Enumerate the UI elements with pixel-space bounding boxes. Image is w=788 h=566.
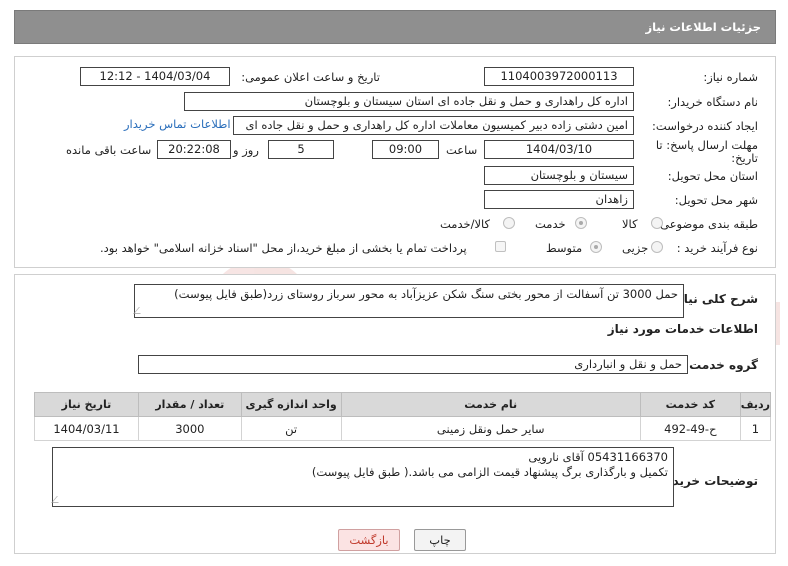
process-option-medium: متوسط xyxy=(546,241,583,255)
days-field[interactable]: 5 xyxy=(268,140,334,159)
payment-note: پرداخت تمام یا بخشی از مبلغ خرید،از محل … xyxy=(100,241,467,255)
page-title: جزئیات اطلاعات نیاز xyxy=(645,20,761,34)
category-radio-service[interactable] xyxy=(575,217,587,229)
buyer-label: نام دستگاه خریدار: xyxy=(667,95,758,109)
creator-field[interactable]: امین دشتی زاده دبیر کمیسیون معاملات ادار… xyxy=(233,116,634,135)
process-label: نوع فرآیند خرید : xyxy=(676,241,758,255)
service-group-label: گروه خدمت: xyxy=(684,358,758,372)
buyer-notes-line-1: 05431166370 آقای نارویی xyxy=(528,450,668,464)
category-label: طبقه بندی موضوعی: xyxy=(656,217,758,231)
category-option-goods: کالا xyxy=(622,217,638,231)
process-radio-minor[interactable] xyxy=(651,241,663,253)
remaining-time-field[interactable]: 20:22:08 xyxy=(157,140,231,159)
cell-row: 1 xyxy=(739,416,772,441)
deadline-label: مهلت ارسال پاسخ: تا xyxy=(655,138,758,152)
treasury-checkbox[interactable] xyxy=(495,241,506,252)
col-row: ردیف xyxy=(739,392,772,417)
city-label: شهر محل تحویل: xyxy=(674,193,758,207)
print-button[interactable]: چاپ xyxy=(414,529,466,551)
buyer-contact-link[interactable]: اطلاعات تماس خریدار xyxy=(124,117,231,131)
col-unit: واحد اندازه گیری xyxy=(240,392,342,417)
remaining-label: ساعت باقی مانده xyxy=(66,143,152,157)
col-date: تاریخ نیاز xyxy=(34,392,139,417)
days-label: روز و xyxy=(233,143,259,157)
announce-field[interactable]: 1404/03/04 - 12:12 xyxy=(80,67,230,86)
province-label: استان محل تحویل: xyxy=(667,169,758,183)
process-option-minor: جزیی xyxy=(622,241,649,255)
category-radio-goods[interactable] xyxy=(651,217,663,229)
deadline-time-field[interactable]: 09:00 xyxy=(372,140,439,159)
cell-code: ح-49-492 xyxy=(639,416,741,441)
col-qty: تعداد / مقدار xyxy=(137,392,242,417)
description-textarea[interactable]: حمل 3000 تن آسفالت از محور بختی سنگ شکن … xyxy=(134,284,684,318)
services-section-title: اطلاعات خدمات مورد نیاز xyxy=(607,322,758,336)
cell-name: سایر حمل ونقل زمینی xyxy=(340,416,641,441)
services-table: ردیف کد خدمت نام خدمت واحد اندازه گیری ت… xyxy=(34,392,772,441)
province-field[interactable]: سیستان و بلوچستان xyxy=(484,166,634,185)
deadline-label-2: تاریخ: xyxy=(731,151,758,165)
buyer-field[interactable]: اداره کل راهداری و حمل و نقل جاده ای است… xyxy=(184,92,634,111)
page-header: جزئیات اطلاعات نیاز xyxy=(14,10,776,44)
buyer-notes-textarea[interactable]: 05431166370 آقای نارویی تکمیل و بارگذاری… xyxy=(52,447,674,507)
table-header-row: ردیف کد خدمت نام خدمت واحد اندازه گیری ت… xyxy=(34,392,772,417)
creator-label: ایجاد کننده درخواست: xyxy=(652,119,758,133)
category-radio-both[interactable] xyxy=(503,217,515,229)
city-field[interactable]: زاهدان xyxy=(484,190,634,209)
need-number-label: شماره نیاز: xyxy=(703,70,758,84)
need-number-field[interactable]: 1104003972000113 xyxy=(484,67,634,86)
deadline-date-field[interactable]: 1404/03/10 xyxy=(484,140,634,159)
description-label: شرح کلی نیاز: xyxy=(672,292,758,306)
process-radio-medium[interactable] xyxy=(590,241,602,253)
category-option-both: کالا/خدمت xyxy=(440,217,491,231)
cell-date: 1404/03/11 xyxy=(34,416,139,441)
time-label: ساعت xyxy=(446,143,478,157)
cell-qty: 3000 xyxy=(137,416,242,441)
col-code: کد خدمت xyxy=(639,392,741,417)
buyer-notes-line-2: تکمیل و بارگذاری برگ پیشنهاد قیمت الزامی… xyxy=(311,465,668,479)
col-name: نام خدمت xyxy=(340,392,641,417)
announce-label: تاریخ و ساعت اعلان عمومی: xyxy=(241,70,380,84)
back-button[interactable]: بازگشت xyxy=(338,529,400,551)
info-panel xyxy=(14,56,776,268)
category-option-service: خدمت xyxy=(535,217,566,231)
service-group-field[interactable]: حمل و نقل و انبارداری xyxy=(138,355,688,374)
cell-unit: تن xyxy=(240,416,342,441)
table-row[interactable]: 1 ح-49-492 سایر حمل ونقل زمینی تن 3000 1… xyxy=(34,416,772,441)
